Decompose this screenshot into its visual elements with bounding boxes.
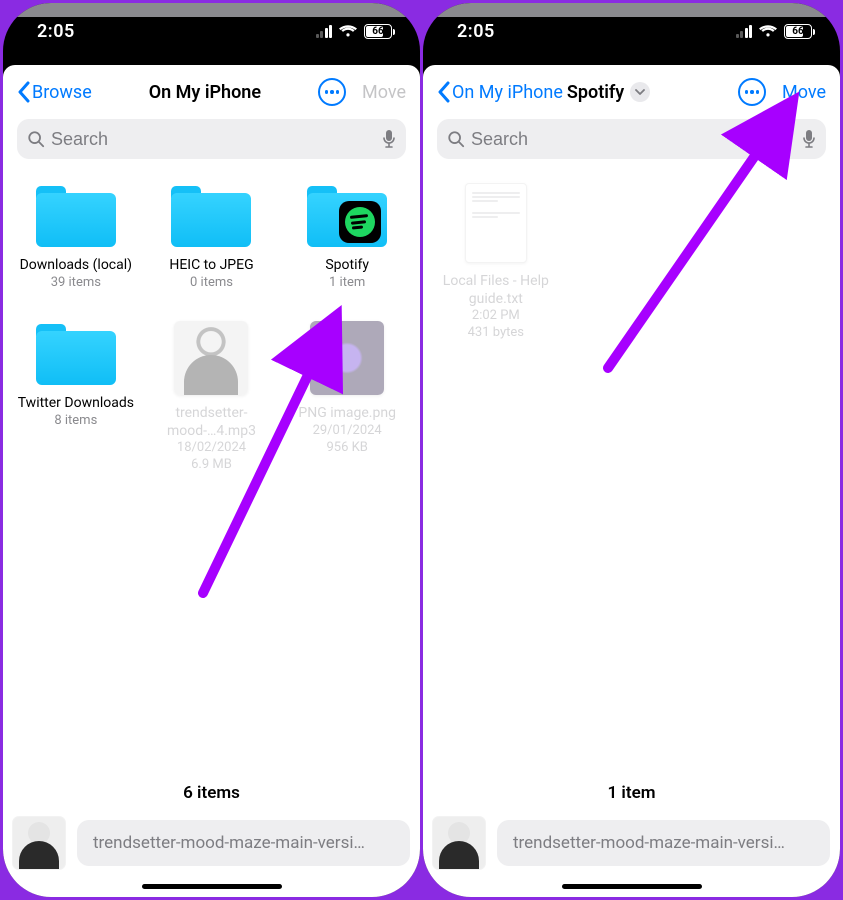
- folder-icon: [36, 321, 116, 385]
- wifi-icon: [758, 24, 778, 38]
- nav-bar: On My iPhone Spotify Move: [423, 65, 840, 115]
- more-button[interactable]: [318, 78, 346, 106]
- back-button[interactable]: Browse: [17, 81, 92, 103]
- phone-left: 2:05 66 Browse On My iPhone: [3, 3, 420, 897]
- folder-twitter-downloads[interactable]: Twitter Downloads 8 items: [9, 311, 143, 492]
- signal-icon: [736, 25, 753, 38]
- folder-icon: [171, 183, 251, 247]
- search-icon: [447, 130, 465, 148]
- file-local-files-txt: Local Files - Help guide.txt 2:02 PM 431…: [429, 173, 563, 360]
- spotify-badge-icon: [339, 201, 381, 243]
- mic-icon[interactable]: [382, 129, 396, 149]
- document-icon: [465, 183, 527, 263]
- status-time: 2:05: [37, 21, 75, 42]
- search-field[interactable]: [437, 119, 826, 159]
- chevron-down-icon[interactable]: [630, 82, 650, 102]
- file-grid: Local Files - Help guide.txt 2:02 PM 431…: [423, 167, 840, 360]
- folder-spotify[interactable]: Spotify 1 item: [280, 173, 414, 309]
- nav-bar: Browse On My iPhone Move: [3, 65, 420, 115]
- nav-title[interactable]: Spotify: [567, 82, 738, 103]
- signal-icon: [316, 25, 333, 38]
- files-sheet: Browse On My iPhone Move Download: [3, 65, 420, 897]
- clipboard-bar[interactable]: trendsetter-mood-maze-main-versi…: [13, 817, 410, 869]
- battery-icon: 66: [364, 24, 392, 39]
- files-sheet: On My iPhone Spotify Move: [423, 65, 840, 897]
- file-trendsetter-mp3: trendsetter-mood-…4.mp3 18/02/2024 6.9 M…: [145, 311, 279, 492]
- clipboard-filename: trendsetter-mood-maze-main-versi…: [497, 820, 830, 866]
- move-button[interactable]: Move: [782, 82, 826, 103]
- folder-downloads-local[interactable]: Downloads (local) 39 items: [9, 173, 143, 309]
- status-time: 2:05: [457, 21, 495, 42]
- more-button[interactable]: [738, 78, 766, 106]
- search-input[interactable]: [471, 129, 796, 150]
- search-icon: [27, 130, 45, 148]
- search-field[interactable]: [17, 119, 406, 159]
- mic-icon[interactable]: [802, 129, 816, 149]
- back-button[interactable]: On My iPhone: [437, 81, 563, 103]
- home-indicator[interactable]: [562, 884, 702, 889]
- item-count: 1 item: [423, 777, 840, 817]
- wifi-icon: [338, 24, 358, 38]
- move-button[interactable]: Move: [362, 82, 406, 103]
- nav-title: On My iPhone: [92, 82, 318, 103]
- clipboard-thumbnail: [13, 817, 65, 869]
- folder-heic-to-jpeg[interactable]: HEIC to JPEG 0 items: [145, 173, 279, 309]
- clipboard-bar[interactable]: trendsetter-mood-maze-main-versi…: [433, 817, 830, 869]
- clipboard-thumbnail: [433, 817, 485, 869]
- folder-icon: [36, 183, 116, 247]
- image-thumbnail: [310, 321, 384, 395]
- file-grid: Downloads (local) 39 items HEIC to JPEG …: [3, 167, 420, 492]
- audio-thumbnail: [174, 321, 248, 395]
- folder-icon: [307, 183, 387, 247]
- battery-icon: 66: [784, 24, 812, 39]
- phone-right: 2:05 66 On My iPhone Spotify: [423, 3, 840, 897]
- search-input[interactable]: [51, 129, 376, 150]
- file-png-image: PNG image.png 29/01/2024 956 KB: [280, 311, 414, 492]
- item-count: 6 items: [3, 777, 420, 817]
- home-indicator[interactable]: [142, 884, 282, 889]
- clipboard-filename: trendsetter-mood-maze-main-versi…: [77, 820, 410, 866]
